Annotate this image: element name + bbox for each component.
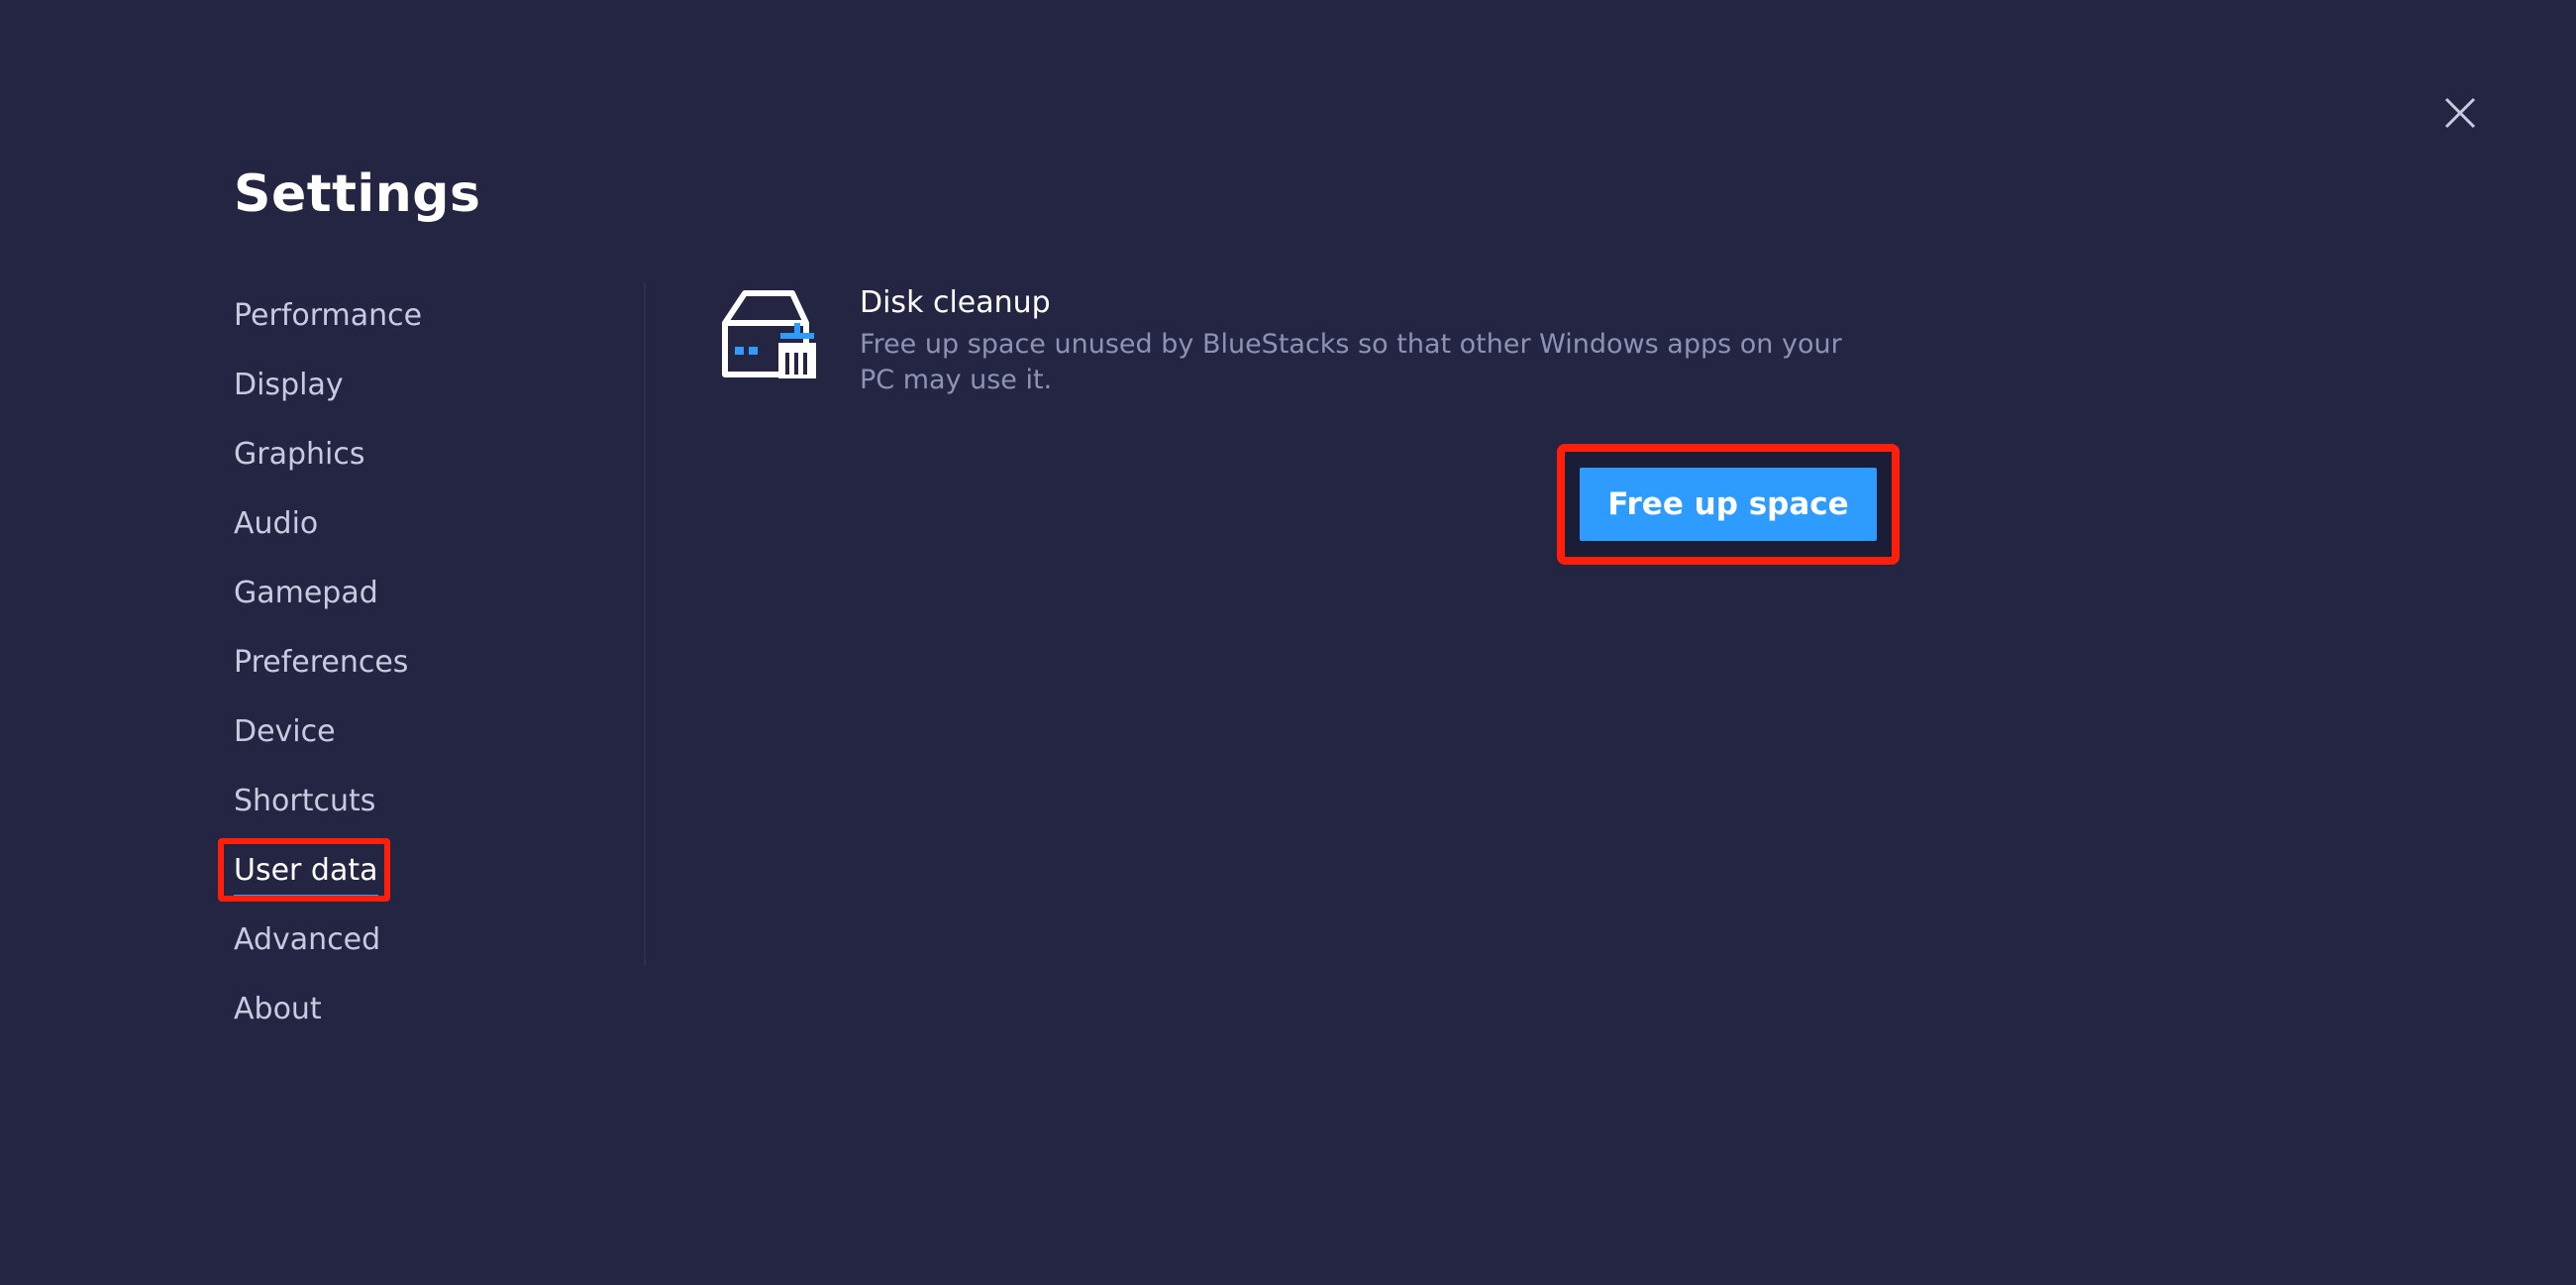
sidebar-item-display[interactable]: Display <box>234 355 590 424</box>
sidebar-item-label: Gamepad <box>234 576 378 610</box>
sidebar-item-label: Display <box>234 368 344 402</box>
settings-window: Settings Performance Display Graphics Au… <box>0 0 2576 1285</box>
sidebar-item-label: Audio <box>234 506 319 541</box>
sidebar-divider <box>644 282 646 966</box>
sidebar-item-label: Graphics <box>234 437 365 472</box>
sidebar-item-audio[interactable]: Audio <box>234 493 590 563</box>
button-highlight: Free up space <box>1557 444 1900 565</box>
sidebar-item-advanced[interactable]: Advanced <box>234 910 590 979</box>
sidebar-item-label: Device <box>234 714 336 749</box>
sidebar-item-preferences[interactable]: Preferences <box>234 632 590 701</box>
sidebar-item-graphics[interactable]: Graphics <box>234 424 590 493</box>
sidebar-item-label: User data <box>234 847 378 899</box>
close-icon <box>2444 97 2476 129</box>
sidebar-item-label: Shortcuts <box>234 784 376 818</box>
close-button[interactable] <box>2436 89 2484 137</box>
disk-cleanup-icon <box>722 290 816 378</box>
sidebar-item-label: About <box>234 992 322 1026</box>
page-title: Settings <box>234 164 481 224</box>
sidebar-item-user-data[interactable]: User data <box>218 838 590 910</box>
sidebar-item-label: Preferences <box>234 645 409 680</box>
sidebar-item-shortcuts[interactable]: Shortcuts <box>234 771 590 840</box>
section-title: Disk cleanup <box>860 285 1051 320</box>
sidebar-item-about[interactable]: About <box>234 979 590 1048</box>
sidebar-item-label: Advanced <box>234 922 381 957</box>
free-up-space-button[interactable]: Free up space <box>1580 468 1877 541</box>
sidebar-item-performance[interactable]: Performance <box>234 285 590 355</box>
sidebar-nav: Performance Display Graphics Audio Gamep… <box>218 285 590 1048</box>
sidebar-item-label: Performance <box>234 298 423 333</box>
section-description: Free up space unused by BlueStacks so th… <box>860 329 1842 395</box>
sidebar-item-device[interactable]: Device <box>234 701 590 771</box>
sidebar-item-gamepad[interactable]: Gamepad <box>234 563 590 632</box>
